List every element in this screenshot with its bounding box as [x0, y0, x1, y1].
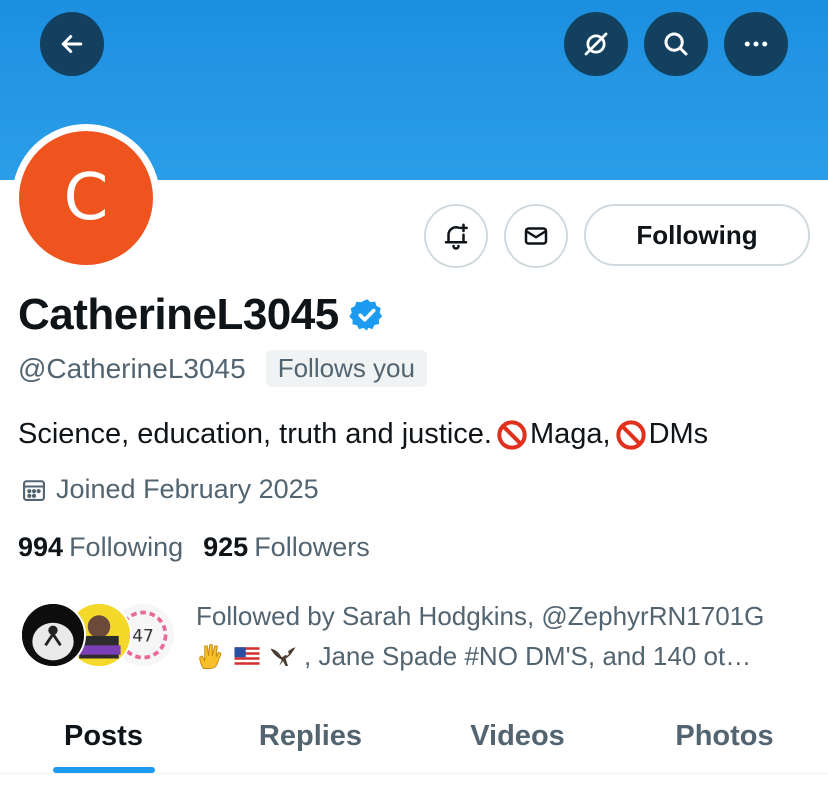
- vulcan-salute-icon: [199, 644, 222, 669]
- handle: @CatherineL3045: [18, 352, 246, 384]
- joined-text: Joined February 2025: [56, 474, 319, 504]
- search-icon: [664, 32, 688, 56]
- us-flag-icon: [234, 647, 260, 665]
- envelope-icon: [524, 227, 548, 245]
- svg-text:47: 47: [132, 626, 154, 646]
- followed-by-line-2-text: , Jane Spade #NO DM'S, and 140 ot…: [304, 641, 752, 671]
- more-horizontal-icon: [744, 41, 768, 47]
- back-button[interactable]: [40, 12, 104, 76]
- calendar-icon: [23, 479, 45, 501]
- display-name: CatherineL3045: [18, 290, 339, 339]
- prohibited-icon: [615, 419, 646, 450]
- tab-replies[interactable]: Replies: [207, 700, 414, 773]
- grok-icon: [584, 32, 608, 56]
- bio-text: Science, education, truth and justice.: [18, 418, 492, 450]
- tab-videos[interactable]: Videos: [414, 700, 621, 773]
- prohibited-icon: [497, 419, 527, 450]
- following-button[interactable]: Following: [584, 204, 810, 266]
- bio-text-dms: DMs: [648, 418, 709, 450]
- notify-button[interactable]: [424, 204, 488, 268]
- display-name-row: CatherineL3045: [18, 290, 385, 340]
- following-stat[interactable]: 994 Following: [18, 532, 183, 563]
- message-button[interactable]: [504, 204, 568, 268]
- verified-badge-icon[interactable]: [349, 297, 385, 333]
- bio-text-maga: Maga,: [529, 418, 611, 450]
- followers-stat[interactable]: 925 Followers: [203, 532, 370, 563]
- bell-plus-icon: [444, 223, 468, 250]
- joined-date: Joined February 2025: [20, 474, 319, 505]
- followers-label: Followers: [254, 532, 370, 562]
- followed-by-text[interactable]: Followed by Sarah Hodgkins, @ZephyrRN170…: [196, 596, 816, 676]
- tab-posts[interactable]: Posts: [0, 700, 207, 773]
- following-label: Following: [69, 532, 184, 562]
- grok-button[interactable]: [564, 12, 628, 76]
- follow-stats: 994 Following 925 Followers: [18, 532, 370, 563]
- bio: Science, education, truth and justice. M…: [18, 418, 708, 451]
- arrow-left-icon: [61, 35, 83, 53]
- followed-by-line-1: Followed by Sarah Hodgkins, @ZephyrRN170…: [196, 601, 765, 631]
- handle-row: @CatherineL3045 Follows you: [18, 350, 427, 387]
- mutual-followers-avatars[interactable]: 47: [20, 602, 180, 672]
- follows-you-badge: Follows you: [265, 350, 427, 387]
- followed-by-line-2: , Jane Spade #NO DM'S, and 140 ot…: [196, 636, 816, 676]
- eagle-icon: [270, 647, 296, 666]
- followers-count: 925: [203, 532, 249, 562]
- profile-tabs: Posts Replies Videos Photos: [0, 700, 828, 774]
- avatar[interactable]: C: [19, 131, 153, 265]
- search-button[interactable]: [644, 12, 708, 76]
- mutual-avatar: [20, 602, 86, 668]
- tab-photos[interactable]: Photos: [621, 700, 828, 773]
- following-count: 994: [18, 532, 64, 562]
- avatar-frame: C: [12, 124, 160, 272]
- more-button[interactable]: [724, 12, 788, 76]
